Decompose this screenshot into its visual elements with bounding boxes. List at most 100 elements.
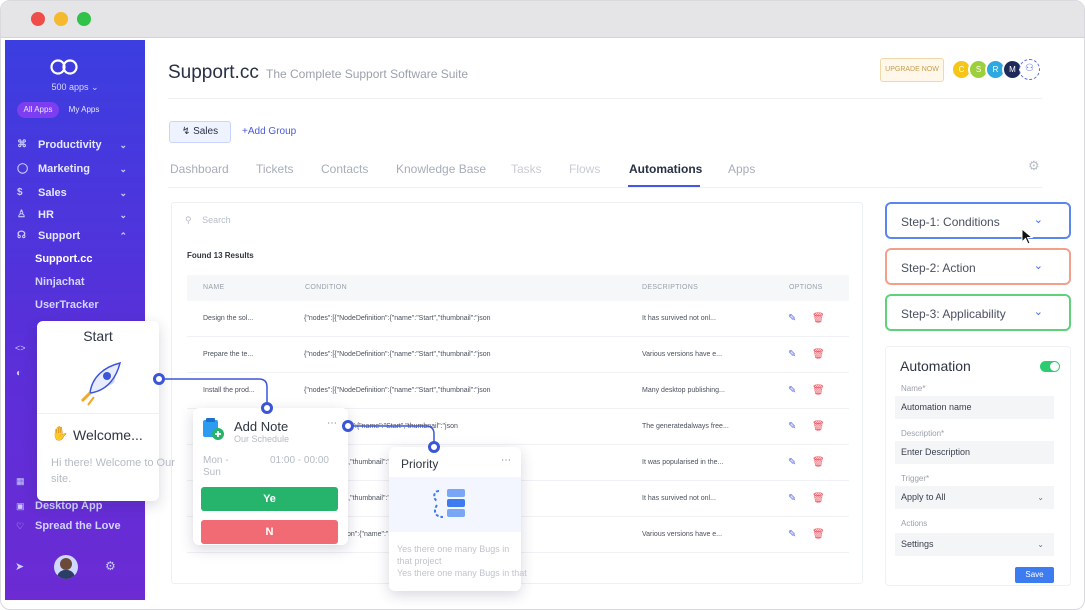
sidebar: 500 apps ⌄ All Apps My Apps ⌘ Productivi… [5,40,145,600]
divider [168,187,1042,188]
schedule-hours: 01:00 - 00:00 [270,455,329,466]
minimize-window-button[interactable] [54,12,68,26]
edit-icon[interactable]: ✎ [788,349,796,360]
nav-support[interactable]: ☊ Support ⌃ [17,227,135,245]
column-header: OPTIONS [789,284,823,291]
table-row[interactable]: Design the sol... {"nodes":[{"NodeDefinit… [187,301,849,337]
close-window-button[interactable] [31,12,45,26]
add-user-icon[interactable]: ⚇ [1019,59,1040,80]
nav-spread-love[interactable]: Spread the Love [35,520,121,532]
tab-dashboard[interactable]: Dashboard [170,162,229,176]
field-label: Trigger* [901,474,930,483]
tab-contacts[interactable]: Contacts [321,162,368,176]
avatar[interactable] [54,555,78,579]
gear-icon[interactable]: ⚙ [1028,158,1040,174]
edit-icon[interactable]: ✎ [788,313,796,324]
nav-support-cc[interactable]: Support.cc [35,253,92,265]
automation-name-input[interactable]: Automation name [895,396,1054,419]
flow-node-add-note[interactable]: Add Note Our Schedule ⋯ Mon - Sun 01:00 … [193,408,348,545]
step-applicability[interactable]: Step-3: Applicability ⌄ [885,294,1071,331]
infinity-icon[interactable] [49,58,79,76]
headset-icon: ☊ [17,230,26,241]
connector-handle[interactable] [153,373,165,385]
node-title: Start [83,328,113,344]
code-icon[interactable]: <> [15,343,26,353]
search-field[interactable]: ⚲ Search [185,215,231,226]
nav-sales[interactable]: $ Sales ⌄ [17,184,135,202]
automation-form: Automation Name* Automation name Descrip… [885,346,1071,586]
gear-icon[interactable]: ⚙ [105,559,116,573]
tab-tickets[interactable]: Tickets [256,162,294,176]
edit-icon[interactable]: ✎ [788,457,796,468]
welcome-label: Welcome... [73,427,143,443]
nav-desktop-app[interactable]: Desktop App [35,500,102,512]
description-input[interactable]: Enter Description [895,441,1054,464]
row-description: Various versions have e... [642,531,723,538]
edit-icon[interactable]: ✎ [788,529,796,540]
tab-tasks[interactable]: Tasks [511,162,542,176]
add-group-link[interactable]: +Add Group [242,126,296,137]
rocket-icon[interactable]: ➤ [15,560,24,573]
delete-icon[interactable]: 🗑 [812,421,825,432]
step-action[interactable]: Step-2: Action ⌄ [885,248,1071,285]
flow-node-priority[interactable]: Priority ⋯ Yes there one many Bugs in th… [389,447,527,591]
chevron-down-icon: ⌄ [119,140,127,150]
actions-select[interactable]: Settings ⌄ [895,533,1054,556]
node-title: Priority [401,457,439,471]
apps-count-dropdown[interactable]: 500 apps ⌄ [5,82,145,93]
tab-automations[interactable]: Automations [629,162,702,176]
delete-icon[interactable]: 🗑 [812,529,825,540]
nav-hr[interactable]: ♙ HR ⌄ [17,206,135,224]
form-title: Automation [900,358,971,374]
edit-icon[interactable]: ✎ [788,385,796,396]
more-icon[interactable]: ⋯ [501,455,511,466]
page-tagline: The Complete Support Software Suite [266,67,469,81]
step-conditions[interactable]: Step-1: Conditions ⌄ [885,202,1071,239]
grid-icon[interactable]: ▦ [16,476,25,487]
delete-icon[interactable]: 🗑 [812,313,825,324]
all-apps-tab[interactable]: All Apps [17,102,59,118]
connector-handle[interactable] [342,420,354,432]
group-chip-sales[interactable]: ↯ Sales [169,121,231,143]
row-name: Prepare the te... [203,351,254,358]
edit-icon[interactable]: ✎ [788,493,796,504]
no-button[interactable]: N [201,520,338,544]
trigger-select[interactable]: Apply to All ⌄ [895,486,1054,509]
table-row[interactable]: Install the prod... {"nodes":[{"NodeDefin… [187,373,849,409]
node-title: Add Note [234,419,289,434]
globe-icon[interactable]: ◐ [16,368,22,379]
more-icon[interactable]: ⋯ [327,418,337,429]
tab-knowledge-base[interactable]: Knowledge Base [396,162,486,176]
welcome-message: Hi there! Welcome to Our site. [51,457,175,485]
delete-icon[interactable]: 🗑 [812,349,825,360]
table-row[interactable]: Prepare the te... {"nodes":[{"NodeDefinit… [187,337,849,373]
nav-productivity[interactable]: ⌘ Productivity ⌄ [17,136,135,154]
field-label: Actions [901,519,928,528]
field-label: Name* [901,384,926,393]
automation-enabled-toggle[interactable] [1040,361,1060,372]
command-icon: ⌘ [17,139,27,150]
save-button[interactable]: Save [1015,567,1054,583]
flow-node-start[interactable]: Start ✋ Welcome... Hi there! Welcome to … [37,321,175,501]
yes-button[interactable]: Ye [201,487,338,511]
maximize-window-button[interactable] [77,12,91,26]
connector-handle[interactable] [261,402,273,414]
tab-flows[interactable]: Flows [569,162,600,176]
connector-handle[interactable] [428,441,440,453]
nav-marketing[interactable]: ◯ Marketing ⌄ [17,160,135,178]
edit-icon[interactable]: ✎ [788,421,796,432]
upgrade-button[interactable]: UPGRADE NOW [880,58,944,82]
row-name: Install the prod... [203,387,255,394]
schedule-days: Mon - Sun [203,455,229,478]
row-description: Many desktop publishing... [642,387,725,394]
row-description: It has survived not onl... [642,495,716,502]
row-condition: {"nodes":[{"NodeDefinition":{"name":"Sta… [304,315,491,322]
delete-icon[interactable]: 🗑 [812,385,825,396]
my-apps-tab[interactable]: My Apps [63,102,105,118]
delete-icon[interactable]: 🗑 [812,493,825,504]
nav-ninjachat[interactable]: Ninjachat [35,276,85,288]
tab-apps[interactable]: Apps [728,162,755,176]
delete-icon[interactable]: 🗑 [812,457,825,468]
nav-usertracker[interactable]: UserTracker [35,299,99,311]
desktop-icon: ▣ [16,501,25,511]
